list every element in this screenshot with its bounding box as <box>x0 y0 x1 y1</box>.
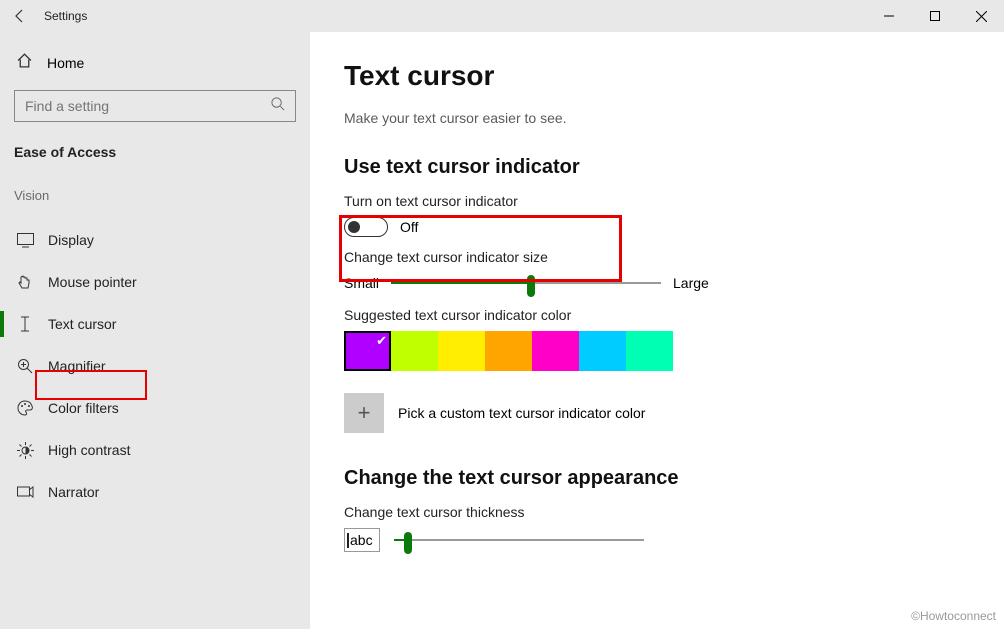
color-swatch[interactable] <box>532 331 579 371</box>
search-input[interactable] <box>25 98 245 114</box>
sidebar-item-label: High contrast <box>48 442 130 458</box>
brightness-icon <box>16 441 34 459</box>
size-max-label: Large <box>673 275 709 291</box>
sidebar-item-mouse-pointer[interactable]: Mouse pointer <box>14 261 296 303</box>
home-icon <box>16 52 33 74</box>
sidebar-item-high-contrast[interactable]: High contrast <box>14 429 296 471</box>
sidebar-item-label: Mouse pointer <box>48 274 137 290</box>
sidebar-item-magnifier[interactable]: Magnifier <box>14 345 296 387</box>
sidebar-item-label: Narrator <box>48 484 99 500</box>
sidebar-item-label: Magnifier <box>48 358 106 374</box>
custom-color-label: Pick a custom text cursor indicator colo… <box>398 405 645 421</box>
page-subtitle: Make your text cursor easier to see. <box>344 110 970 126</box>
home-label: Home <box>47 55 84 71</box>
minimize-button[interactable] <box>866 0 912 32</box>
sidebar-item-label: Color filters <box>48 400 119 416</box>
indicator-toggle[interactable] <box>344 217 388 237</box>
color-swatch[interactable] <box>438 331 485 371</box>
maximize-button[interactable] <box>912 0 958 32</box>
search-box[interactable] <box>14 90 296 122</box>
thickness-label: Change text cursor thickness <box>344 504 970 520</box>
plus-icon: + <box>358 400 371 426</box>
color-swatch[interactable]: ✔ <box>344 331 391 371</box>
sidebar-item-narrator[interactable]: Narrator <box>14 471 296 513</box>
custom-color-button[interactable]: + <box>344 393 384 433</box>
size-label: Change text cursor indicator size <box>344 249 970 265</box>
color-swatch[interactable] <box>626 331 673 371</box>
color-swatch[interactable] <box>485 331 532 371</box>
display-icon <box>16 231 34 249</box>
text-cursor-icon <box>16 315 34 333</box>
toggle-label: Turn on text cursor indicator <box>344 193 970 209</box>
category-title: Ease of Access <box>14 144 296 160</box>
color-swatches: ✔ <box>344 331 970 371</box>
titlebar: Settings <box>0 0 1004 32</box>
thickness-preview: abc <box>344 528 380 552</box>
sidebar: Home Ease of Access Vision Display Mouse… <box>0 32 310 629</box>
color-swatch[interactable] <box>391 331 438 371</box>
sidebar-item-label: Text cursor <box>48 316 116 332</box>
size-slider[interactable] <box>391 273 661 293</box>
section-use-indicator-heading: Use text cursor indicator <box>344 156 970 179</box>
magnifier-icon <box>16 357 34 375</box>
section-appearance-heading: Change the text cursor appearance <box>344 467 970 490</box>
app-title: Settings <box>44 9 87 23</box>
search-icon <box>270 96 285 116</box>
window-controls <box>866 0 1004 32</box>
palette-icon <box>16 399 34 417</box>
thickness-slider[interactable] <box>394 530 644 550</box>
sidebar-item-text-cursor[interactable]: Text cursor <box>14 303 296 345</box>
toggle-state: Off <box>400 219 418 235</box>
watermark: ©Howtoconnect <box>911 609 996 623</box>
check-icon: ✔ <box>376 333 387 349</box>
sidebar-item-display[interactable]: Display <box>14 219 296 261</box>
close-button[interactable] <box>958 0 1004 32</box>
sidebar-item-color-filters[interactable]: Color filters <box>14 387 296 429</box>
group-label: Vision <box>14 188 296 203</box>
back-button[interactable] <box>0 0 40 32</box>
sidebar-item-label: Display <box>48 232 94 248</box>
color-label: Suggested text cursor indicator color <box>344 307 970 323</box>
color-swatch[interactable] <box>579 331 626 371</box>
home-link[interactable]: Home <box>14 46 296 90</box>
page-title: Text cursor <box>344 60 970 92</box>
main-panel: Text cursor Make your text cursor easier… <box>310 32 1004 629</box>
size-min-label: Small <box>344 275 379 291</box>
narrator-icon <box>16 483 34 501</box>
cursor-hand-icon <box>16 273 34 291</box>
